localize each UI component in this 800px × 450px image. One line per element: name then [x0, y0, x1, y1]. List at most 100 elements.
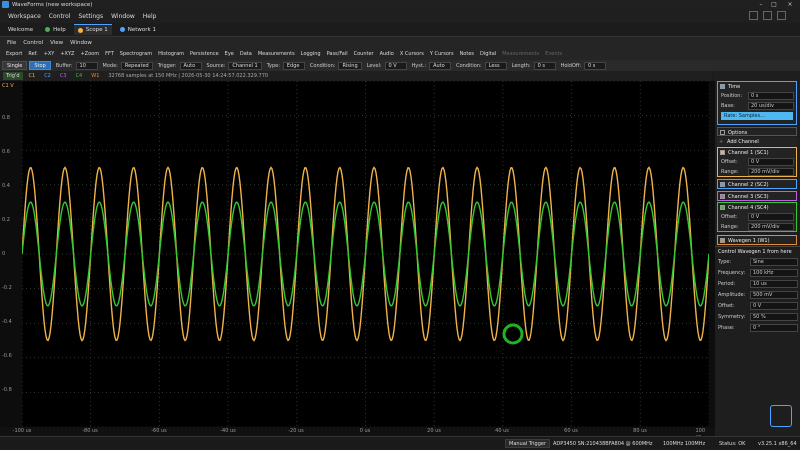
maximize-icon[interactable]: □: [768, 0, 780, 9]
tool-export[interactable]: Export: [6, 51, 22, 57]
time-header[interactable]: Time: [718, 82, 796, 91]
menu-window[interactable]: Window: [111, 13, 135, 20]
menu-control[interactable]: Control: [49, 13, 71, 20]
channel1-header[interactable]: Channel 1 (SC1): [718, 148, 796, 157]
tab-help[interactable]: Help: [41, 24, 70, 35]
condition2-select[interactable]: Less: [484, 61, 507, 70]
single-button[interactable]: Single: [2, 61, 28, 70]
tool-digital[interactable]: Digital: [480, 51, 496, 57]
options-button[interactable]: Options: [717, 127, 797, 136]
add-channel-button[interactable]: + Add Channel: [717, 137, 797, 146]
menu-settings[interactable]: Settings: [79, 13, 104, 20]
wavegen-control-title: Control Wavegen 1 from here: [715, 246, 800, 256]
tab-scope[interactable]: Scope 1: [73, 24, 112, 35]
tool-audio[interactable]: Audio: [380, 51, 394, 57]
tool-ycursors[interactable]: Y Cursors: [430, 51, 454, 57]
wg-period-field[interactable]: 10 us: [750, 280, 798, 288]
title-bar: WaveForms (new workspace) – □ ×: [0, 0, 800, 9]
tab-welcome[interactable]: Welcome: [4, 24, 37, 35]
source-select[interactable]: Channel 1: [228, 61, 262, 70]
channel2-section[interactable]: Channel 2 (SC2): [717, 179, 797, 189]
ch4-range-field[interactable]: 200 mV/div: [748, 223, 794, 231]
tool-xy[interactable]: +XY: [44, 51, 55, 57]
tab-welcome-label: Welcome: [8, 26, 34, 33]
y-tick: 0.2: [2, 217, 10, 223]
ch1-offset-field[interactable]: 0 V: [748, 158, 794, 166]
w1-badge[interactable]: W1: [88, 72, 102, 80]
tool-fft[interactable]: FFT: [105, 51, 114, 57]
trigger-select[interactable]: Auto: [179, 61, 202, 70]
menu-view[interactable]: View: [50, 40, 63, 46]
tool-passfail[interactable]: Pass/Fail: [327, 51, 348, 57]
channel3-section[interactable]: Channel 3 (SC3): [717, 191, 797, 201]
y-tick: -0.8: [2, 387, 12, 393]
c4-badge[interactable]: C4: [73, 72, 86, 80]
rate-button[interactable]: Rate: Samples...: [721, 112, 793, 120]
tool-xyz[interactable]: +XYZ: [60, 51, 74, 57]
wg-offset-field[interactable]: 0 V: [750, 302, 798, 310]
tool-data[interactable]: Data: [240, 51, 252, 57]
level-field[interactable]: 0 V: [384, 61, 407, 70]
tool-measurements-dim[interactable]: Measurements: [502, 51, 539, 57]
channel4-header[interactable]: Channel 4 (SC4): [718, 203, 796, 212]
tool-zoom[interactable]: +Zoom: [80, 51, 99, 57]
c1-badge[interactable]: C1: [26, 72, 39, 80]
control-bar: Single Stop Buffer: 10 Mode: Repeated Tr…: [0, 60, 800, 71]
tool-logging[interactable]: Logging: [301, 51, 321, 57]
tool-xcursors[interactable]: X Cursors: [400, 51, 424, 57]
condition2-value: Less: [488, 62, 500, 69]
condition-select[interactable]: Rising: [338, 61, 362, 70]
x-tick: 40 us: [495, 428, 509, 434]
ch1-range-field[interactable]: 200 mV/div: [748, 168, 794, 176]
manual-trigger-button[interactable]: Manual Trigger: [505, 439, 551, 448]
menu-inst-window[interactable]: Window: [70, 40, 92, 46]
length-field[interactable]: 0 s: [533, 61, 556, 70]
tool-measurements[interactable]: Measurements: [258, 51, 295, 57]
tool-histogram[interactable]: Histogram: [158, 51, 184, 57]
tool-counter[interactable]: Counter: [354, 51, 374, 57]
hyst-field[interactable]: Auto: [429, 61, 452, 70]
close-icon[interactable]: ×: [784, 0, 796, 9]
wg-type-select[interactable]: Sine: [750, 258, 798, 266]
tool-ref[interactable]: Ref.: [28, 51, 37, 57]
holdoff-field[interactable]: 0 s: [584, 61, 607, 70]
base-field[interactable]: 20 us/div: [748, 102, 794, 110]
add-channel-header: + Add Channel: [717, 137, 797, 146]
tab-network[interactable]: Network 1: [116, 24, 160, 35]
position-field[interactable]: 0 s: [748, 92, 794, 100]
wg-frequency-field[interactable]: 100 kHz: [750, 269, 798, 277]
minimize-icon[interactable]: –: [755, 0, 767, 9]
settings-icon[interactable]: [763, 11, 772, 20]
layout-icon[interactable]: [749, 11, 758, 20]
c3-badge[interactable]: C3: [57, 72, 70, 80]
type-select[interactable]: Edge: [282, 61, 305, 70]
wg-symmetry-field[interactable]: 50 %: [750, 313, 798, 321]
tool-notes[interactable]: Notes: [460, 51, 474, 57]
help-icon[interactable]: [777, 11, 786, 20]
tab-scope-label: Scope 1: [85, 27, 108, 33]
wg-amplitude-field[interactable]: 500 mV: [750, 291, 798, 299]
device-info[interactable]: ADP3450 SN:210438BFA804 @ 600MHz: [550, 439, 656, 448]
menu-help[interactable]: Help: [143, 13, 157, 20]
mode-select[interactable]: Repeated: [120, 61, 153, 70]
instrument-menu-bar: File Control View Window: [0, 36, 800, 48]
wg-phase-field[interactable]: 0 °: [750, 324, 798, 332]
tool-persistence[interactable]: Persistence: [190, 51, 219, 57]
scope-plot[interactable]: [22, 81, 709, 427]
menu-file[interactable]: File: [7, 40, 16, 46]
tool-spectrogram[interactable]: Spectrogram: [120, 51, 152, 57]
c2-badge[interactable]: C2: [41, 72, 54, 80]
stop-button[interactable]: Stop: [29, 61, 51, 70]
wavegen-section[interactable]: Wavegen 1 (W1): [717, 235, 797, 245]
wg-symmetry-label: Symmetry:: [718, 314, 746, 320]
menu-inst-control[interactable]: Control: [23, 40, 43, 46]
add-channel-label: Add Channel: [727, 138, 759, 145]
y-tick: -0.2: [2, 285, 12, 291]
channel4-color-icon: [720, 205, 725, 210]
menu-workspace[interactable]: Workspace: [8, 13, 41, 20]
buffer-value: 10: [79, 62, 86, 69]
buffer-field[interactable]: 10: [75, 61, 98, 70]
tool-events[interactable]: Events: [545, 51, 562, 57]
ch4-offset-field[interactable]: 0 V: [748, 213, 794, 221]
tool-eye[interactable]: Eye: [225, 51, 234, 57]
